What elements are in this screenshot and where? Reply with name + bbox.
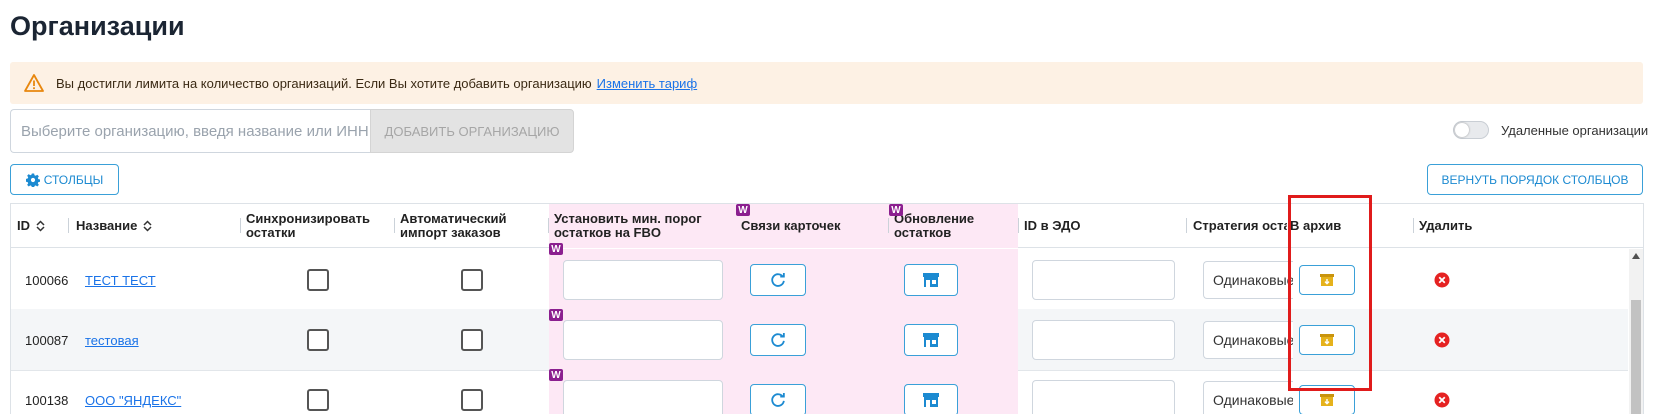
auto-import-checkbox[interactable] bbox=[461, 249, 483, 311]
store-icon bbox=[921, 272, 941, 288]
header-name[interactable]: Название bbox=[70, 204, 240, 248]
page-title: Организации bbox=[10, 11, 185, 41]
min-threshold-input[interactable] bbox=[563, 249, 723, 311]
edo-id-input[interactable] bbox=[1032, 309, 1175, 371]
toggle-knob bbox=[1455, 123, 1469, 137]
organization-name-link[interactable]: ТЕСТ ТЕСТ bbox=[85, 249, 156, 311]
toggle-label: Удаленные организации bbox=[1501, 122, 1649, 138]
header-id[interactable]: ID bbox=[11, 204, 66, 248]
organization-name-link[interactable]: тестовая bbox=[85, 309, 139, 371]
header-sync: Синхронизировать остатки bbox=[246, 211, 370, 240]
archive-box-icon bbox=[1319, 273, 1335, 287]
sync-stock-checkbox[interactable] bbox=[307, 309, 329, 371]
organization-id: 100138 bbox=[25, 392, 69, 408]
stock-update-button[interactable] bbox=[904, 309, 958, 371]
header-archive: В архив bbox=[1290, 218, 1342, 233]
deleted-organizations-toggle[interactable]: Удаленные организации bbox=[1453, 121, 1648, 139]
min-threshold-input[interactable] bbox=[563, 309, 723, 371]
scroll-thumb[interactable] bbox=[1631, 300, 1641, 414]
sync-stock-checkbox[interactable] bbox=[307, 249, 329, 311]
delete-circle-icon[interactable] bbox=[1434, 392, 1450, 408]
header-stock-update: Обновление остатков bbox=[894, 211, 975, 240]
edo-id-input[interactable] bbox=[1032, 369, 1175, 414]
wildberries-badge: W bbox=[736, 204, 750, 216]
organization-id: 100066 bbox=[25, 272, 69, 288]
delete-circle-icon[interactable] bbox=[1434, 272, 1450, 288]
delete-circle-icon[interactable] bbox=[1434, 332, 1450, 348]
auto-import-checkbox[interactable] bbox=[461, 369, 483, 414]
header-id-label: ID bbox=[17, 218, 30, 233]
sync-stock-checkbox[interactable] bbox=[307, 369, 329, 414]
header-delete: Удалить bbox=[1419, 218, 1473, 233]
columns-button-label: СТОЛБЦЫ bbox=[43, 172, 104, 187]
wildberries-badge: W bbox=[889, 204, 903, 216]
delete-button[interactable] bbox=[1434, 249, 1450, 311]
table-row: W 100066 ТЕСТ ТЕСТ Одинаковые bbox=[11, 243, 1628, 311]
gear-icon bbox=[25, 172, 40, 187]
stock-update-button[interactable] bbox=[904, 369, 958, 414]
alert-message: Вы достигли лимита на количество организ… bbox=[56, 75, 592, 91]
table-header: ID Название Синхронизировать остатки Авт… bbox=[11, 204, 1643, 248]
archive-box-icon bbox=[1319, 333, 1335, 347]
card-links-refresh-button[interactable] bbox=[750, 369, 806, 414]
store-icon bbox=[921, 392, 941, 408]
auto-import-checkbox[interactable] bbox=[461, 309, 483, 371]
archive-button[interactable] bbox=[1299, 369, 1355, 414]
refresh-icon bbox=[769, 271, 787, 289]
organization-name-link[interactable]: ООО "ЯНДЕКС" bbox=[85, 369, 181, 414]
columns-button[interactable]: СТОЛБЦЫ bbox=[10, 164, 119, 195]
sort-updown-icon[interactable] bbox=[36, 220, 45, 232]
limit-alert: Вы достигли лимита на количество организ… bbox=[10, 62, 1643, 104]
sort-updown-icon[interactable] bbox=[143, 220, 152, 232]
header-card-links: Связи карточек bbox=[741, 218, 841, 233]
scroll-up-arrow-icon[interactable] bbox=[1632, 253, 1640, 259]
min-threshold-input[interactable] bbox=[563, 369, 723, 414]
delete-button[interactable] bbox=[1434, 369, 1450, 414]
change-plan-link[interactable]: Изменить тариф bbox=[597, 76, 697, 91]
header-auto-import: Автоматический импорт заказов bbox=[400, 211, 507, 240]
strategy-select[interactable]: Одинаковые bbox=[1203, 369, 1293, 414]
toggle-switch[interactable] bbox=[1453, 121, 1489, 139]
wildberries-badge: W bbox=[549, 369, 563, 381]
archive-button[interactable] bbox=[1299, 309, 1355, 371]
wildberries-badge: W bbox=[549, 243, 563, 255]
store-icon bbox=[921, 332, 941, 348]
strategy-select[interactable]: Одинаковые bbox=[1203, 309, 1293, 371]
strategy-select[interactable]: Одинаковые bbox=[1203, 249, 1293, 311]
add-organization-button[interactable]: ДОБАВИТЬ ОРГАНИЗАЦИЮ bbox=[370, 109, 574, 153]
archive-box-icon bbox=[1319, 393, 1335, 407]
header-separator bbox=[68, 218, 69, 233]
organization-search-input[interactable] bbox=[10, 109, 370, 153]
header-min-threshold: Установить мин. порог остатков на FBO bbox=[554, 211, 702, 240]
card-links-refresh-button[interactable] bbox=[750, 309, 806, 371]
organization-id: 100087 bbox=[25, 332, 69, 348]
header-name-label: Название bbox=[76, 218, 138, 233]
refresh-icon bbox=[769, 391, 787, 409]
header-edo-id: ID в ЭДО bbox=[1024, 218, 1081, 233]
reset-column-order-button[interactable]: ВЕРНУТЬ ПОРЯДОК СТОЛБЦОВ bbox=[1427, 164, 1643, 195]
warning-triangle-icon bbox=[24, 73, 44, 93]
vertical-scrollbar[interactable] bbox=[1629, 249, 1643, 414]
header-strategy: Стратегия остатков bbox=[1193, 218, 1287, 233]
organizations-table: ID Название Синхронизировать остатки Авт… bbox=[10, 203, 1644, 414]
wildberries-badge: W bbox=[549, 309, 563, 321]
archive-button[interactable] bbox=[1299, 249, 1355, 311]
table-row: W 100138 ООО "ЯНДЕКС" Одинаковые bbox=[11, 369, 1628, 414]
card-links-refresh-button[interactable] bbox=[750, 249, 806, 311]
refresh-icon bbox=[769, 331, 787, 349]
delete-button[interactable] bbox=[1434, 309, 1450, 371]
edo-id-input[interactable] bbox=[1032, 249, 1175, 311]
table-row: W 100087 тестовая Одинаковые bbox=[11, 309, 1628, 371]
stock-update-button[interactable] bbox=[904, 249, 958, 311]
